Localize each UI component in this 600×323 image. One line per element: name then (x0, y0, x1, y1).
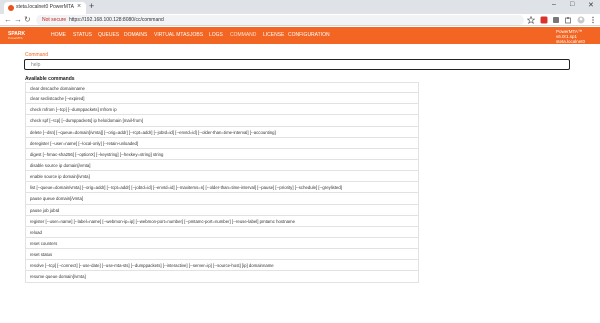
command-item[interactable]: check spf [--tcp] [--dumppackets] ip hel… (25, 115, 419, 127)
command-item[interactable]: enable source ip domain[/vmta] (25, 171, 419, 183)
reload-icon[interactable]: ↻ (24, 15, 31, 24)
nav-domains[interactable]: DOMAINS (124, 32, 147, 38)
command-item[interactable]: resolve [--tcp] [--connect] [--use-date]… (25, 260, 419, 272)
command-item[interactable]: digest [--hmac-sha256] [--optionX] [--ke… (25, 148, 419, 160)
nav-logs[interactable]: LOGS (209, 32, 223, 38)
address-bar[interactable]: Not secure https://192.168.100.128:8080/… (36, 15, 524, 25)
command-item[interactable]: clear seclistcache [--expired] (25, 93, 419, 105)
minimize-icon[interactable]: – (552, 1, 556, 8)
spark-logo[interactable]: SPARK PowerMTA (8, 31, 30, 40)
nav-virtual-mtas[interactable]: VIRTUAL MTAS (154, 32, 190, 38)
browser-tab-title: steta.localnet0 PowerMTA Monitor (16, 4, 74, 10)
command-item[interactable]: clear dnscache domainname (25, 82, 419, 94)
command-item[interactable]: list [--queue=domain/vmta] [--orig=addr]… (25, 182, 419, 194)
command-input[interactable] (24, 59, 570, 70)
browser-tab-strip: steta.localnet0 PowerMTA Monitor × + – □… (0, 0, 600, 14)
command-item[interactable]: disable source ip domain[/vmta] (25, 159, 419, 172)
command-item[interactable]: reload (25, 226, 419, 238)
forward-icon[interactable]: → (14, 15, 22, 24)
nav-license[interactable]: LICENSE (263, 32, 284, 38)
logo-sub-text: PowerMTA (8, 36, 23, 40)
command-list: clear dnscache domainname clear seclistc… (25, 82, 419, 283)
command-item[interactable]: resume queue domain[/vmta] (25, 271, 419, 283)
host-line: steta.localnet0 (556, 39, 586, 44)
new-tab-button[interactable]: + (89, 1, 94, 11)
command-item[interactable]: check mfrom [--tcp] [--dumppackets] mfro… (25, 104, 419, 116)
app-header: SPARK PowerMTA HOME STATUS QUEUES DOMAIN… (0, 27, 600, 44)
command-item[interactable]: reset status (25, 249, 419, 261)
close-tab-icon[interactable]: × (77, 3, 81, 10)
command-item[interactable]: register [--user=name] [--label=name] [-… (25, 215, 419, 227)
command-item[interactable]: pause queue domain[/vmta] (25, 193, 419, 205)
not-secure-label[interactable]: Not secure (42, 17, 66, 23)
bookmark-star-icon[interactable] (527, 16, 535, 24)
version-info: PowerMTA™ v6.0r1.sp1 steta.localnet0 (556, 29, 600, 44)
extensions-puzzle-icon[interactable] (564, 16, 572, 24)
command-item[interactable]: delete [--dsn] [--queue=domain[/vmta]] [… (25, 126, 419, 138)
browser-tab[interactable]: steta.localnet0 PowerMTA Monitor × (4, 2, 86, 14)
favicon-icon (8, 5, 14, 11)
nav-home[interactable]: HOME (51, 32, 66, 38)
browser-toolbar: ← → ↻ Not secure https://192.168.100.128… (0, 14, 600, 26)
url-text[interactable]: https://192.168.100.128:8080/cc/command (69, 17, 164, 23)
browser-menu-icon[interactable] (589, 16, 597, 24)
extension-icon[interactable] (552, 16, 560, 24)
command-item[interactable]: pause job jobId (25, 204, 419, 216)
maximize-icon[interactable]: □ (570, 1, 574, 8)
nav-status[interactable]: STATUS (73, 32, 92, 38)
extension-red-icon[interactable] (540, 16, 548, 24)
nav-command[interactable]: COMMAND (230, 32, 256, 38)
command-item[interactable]: deregister [--user=name] [--local-only] … (25, 137, 419, 149)
command-label: Command (25, 52, 49, 58)
profile-avatar-icon[interactable] (577, 16, 585, 24)
nav-jobs[interactable]: JOBS (190, 32, 203, 38)
close-window-icon[interactable]: ✕ (588, 1, 594, 9)
back-icon[interactable]: ← (4, 15, 12, 24)
version-line: PowerMTA™ v6.0r1.sp1 (556, 29, 583, 39)
command-item[interactable]: reset counters (25, 237, 419, 250)
nav-queues[interactable]: QUEUES (98, 32, 119, 38)
nav-configuration[interactable]: CONFIGURATION (288, 32, 330, 38)
